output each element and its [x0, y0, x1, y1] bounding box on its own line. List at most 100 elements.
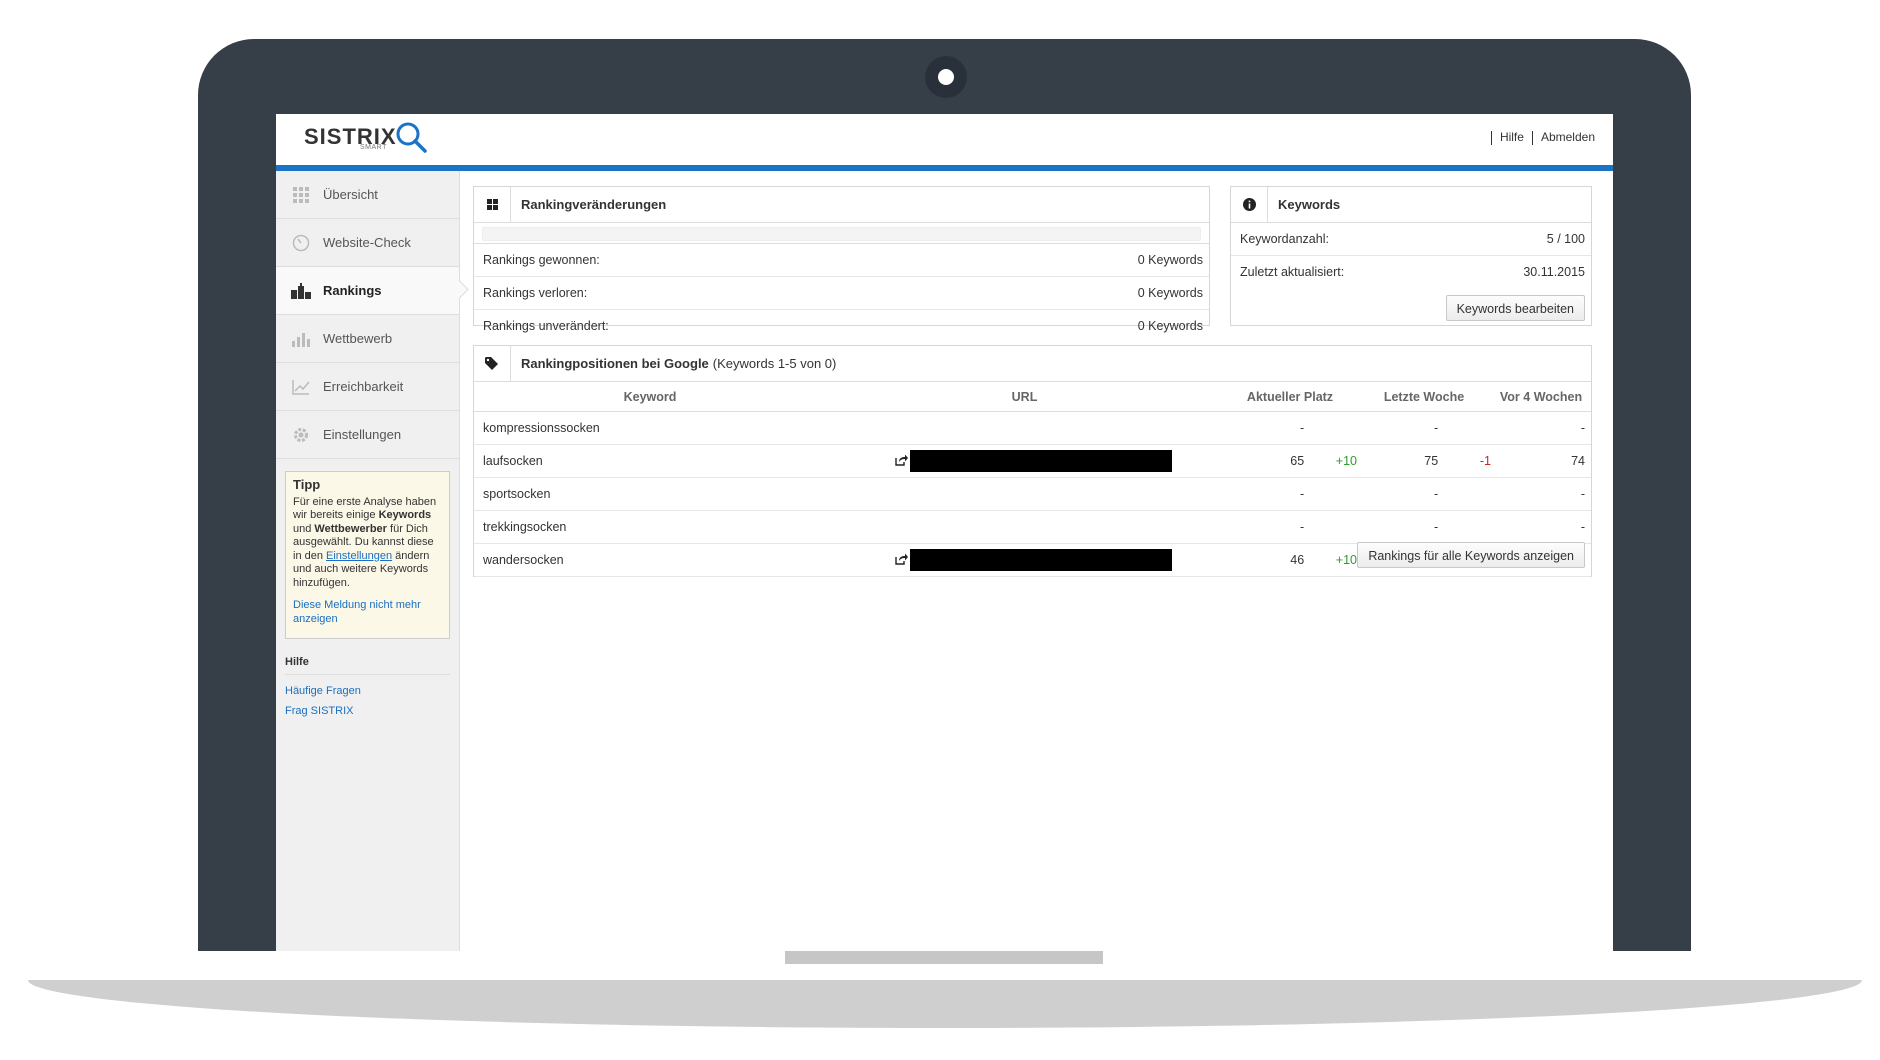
redacted-url[interactable] [910, 450, 1172, 472]
keyword-cell: laufsocken [474, 444, 826, 478]
url-icon-cell [826, 543, 910, 577]
keyword-cell: sportsocken [474, 477, 826, 511]
url-cell [910, 510, 1223, 544]
ranking-positions-panel: Rankingpositionen bei Google (Keywords 1-… [473, 345, 1592, 577]
row-value: 0 Keywords [1137, 286, 1203, 300]
url-cell [910, 411, 1223, 445]
table-row: trekkingsocken - - - [474, 510, 1591, 544]
share-icon[interactable] [895, 553, 908, 565]
keyword-count-row: Keywordanzahl: 5 / 100 [1231, 223, 1591, 256]
panel-subtitle: (Keywords 1-5 von 0) [712, 356, 837, 371]
panel-title: Rankingpositionen bei Google [521, 356, 709, 371]
share-icon[interactable] [895, 454, 908, 466]
table-header-row: Keyword URL Aktueller Platz Letzte Woche… [474, 382, 1591, 412]
url-icon-cell [826, 411, 910, 445]
four-weeks-cell: - [1491, 510, 1591, 544]
tip-title: Tipp [293, 477, 321, 492]
progress-bar [474, 223, 1209, 244]
laptop-hinge [785, 951, 1103, 964]
last-week-delta-cell: -1 [1438, 444, 1491, 478]
row-value: 5 / 100 [1546, 232, 1585, 246]
ranking-changes-panel: Rankingveränderungen Rankings gewonnen: 0… [473, 186, 1210, 333]
sidebar-item-website-check[interactable]: Website-Check [276, 219, 459, 267]
panel-header: Rankingpositionen bei Google (Keywords 1-… [474, 346, 1591, 382]
sidebar-item-rankings[interactable]: Rankings [276, 267, 459, 315]
row-value: 0 Keywords [1137, 253, 1203, 267]
tip-settings-link[interactable]: Einstellungen [326, 550, 392, 562]
last-week-cell: - [1357, 411, 1439, 445]
help-section: Hilfe Häufige Fragen Frag SISTRIX [285, 656, 450, 721]
sidebar-item-settings[interactable]: Einstellungen [276, 411, 459, 459]
sidebar-item-label: Wettbewerb [323, 331, 393, 346]
url-icon-cell [826, 477, 910, 511]
last-week-cell: - [1357, 510, 1439, 544]
tip-text: Für eine erste Analyse haben wir bereits… [293, 496, 442, 591]
sidebar-item-reachability[interactable]: Erreichbarkeit [276, 363, 459, 411]
url-cell [910, 444, 1223, 478]
help-title: Hilfe [285, 656, 450, 675]
last-week-delta-cell [1438, 510, 1491, 544]
table-row: sportsocken - - - [474, 477, 1591, 511]
sidebar-item-label: Erreichbarkeit [323, 379, 404, 394]
show-all-rankings-button[interactable]: Rankings für alle Keywords anzeigen [1357, 542, 1585, 568]
col-current[interactable]: Aktueller Platz [1223, 382, 1357, 412]
top-links: Hilfe Abmelden [1483, 130, 1595, 145]
row-label: Zuletzt aktualisiert: [1240, 265, 1345, 279]
rankings-unchanged-row: Rankings unverändert: 0 Keywords [474, 310, 1209, 342]
line-chart-icon [291, 377, 311, 397]
separator [1490, 130, 1492, 145]
url-icon-cell [826, 444, 910, 478]
current-delta-cell [1304, 477, 1357, 511]
table-row: laufsocken 65 +10 75 -1 74 [474, 444, 1591, 478]
delta-value: +10 [1335, 553, 1357, 567]
panel-header: Keywords [1231, 187, 1591, 223]
sidebar-item-overview[interactable]: Übersicht [276, 171, 459, 219]
current-position-cell: 46 [1223, 543, 1305, 577]
tip-dismiss-link[interactable]: Diese Meldung nicht mehr anzeigen [293, 599, 442, 626]
tip-bold-keywords: Keywords [378, 509, 432, 521]
ask-sistrix-link[interactable]: Frag SISTRIX [285, 701, 450, 721]
podium-icon [291, 281, 311, 301]
sidebar-item-label: Übersicht [323, 187, 378, 202]
last-updated-row: Zuletzt aktualisiert: 30.11.2015 [1231, 256, 1591, 288]
info-icon [1231, 187, 1268, 222]
keyword-cell: kompressionssocken [474, 411, 826, 445]
current-delta-cell [1304, 510, 1357, 544]
url-cell [910, 477, 1223, 511]
row-label: Rankings gewonnen: [483, 253, 600, 267]
url-icon-cell [826, 510, 910, 544]
laptop-base [28, 980, 1862, 1028]
current-position-cell: - [1223, 477, 1305, 511]
progress-track [482, 227, 1201, 241]
app-screen: SISTRIX SMART Hilfe Abmelden Übersicht We… [276, 114, 1613, 951]
four-weeks-cell: - [1491, 411, 1591, 445]
col-four-weeks[interactable]: Vor 4 Wochen [1491, 382, 1591, 412]
help-link[interactable]: Hilfe [1500, 130, 1524, 144]
tip-box: Tipp Für eine erste Analyse haben wir be… [285, 471, 450, 639]
panel-title: Rankingveränderungen [521, 197, 667, 212]
magnifier-logo-icon [396, 122, 427, 153]
col-url[interactable]: URL [826, 382, 1223, 412]
redacted-url[interactable] [910, 549, 1172, 571]
row-value: 30.11.2015 [1523, 265, 1585, 279]
current-position-cell: - [1223, 411, 1305, 445]
current-delta-cell [1304, 411, 1357, 445]
edit-keywords-button[interactable]: Keywords bearbeiten [1445, 295, 1585, 321]
gear-icon [291, 425, 311, 445]
row-value: 0 Keywords [1137, 319, 1203, 333]
sidebar-item-label: Website-Check [323, 235, 411, 250]
sidebar: Übersicht Website-Check Rankings Wettbew… [276, 171, 460, 951]
tip-text-part: und [293, 522, 315, 535]
rankings-lost-row: Rankings verloren: 0 Keywords [474, 277, 1209, 310]
delta-value: +10 [1335, 454, 1357, 468]
sidebar-item-competition[interactable]: Wettbewerb [276, 315, 459, 363]
last-week-delta-cell [1438, 477, 1491, 511]
col-last-week[interactable]: Letzte Woche [1357, 382, 1491, 412]
separator [1531, 130, 1533, 145]
logout-link[interactable]: Abmelden [1541, 130, 1595, 144]
faq-link[interactable]: Häufige Fragen [285, 681, 450, 701]
col-keyword[interactable]: Keyword [474, 382, 826, 412]
gauge-icon [291, 233, 311, 253]
current-position-cell: 65 [1223, 444, 1305, 478]
row-label: Rankings verloren: [483, 286, 588, 300]
